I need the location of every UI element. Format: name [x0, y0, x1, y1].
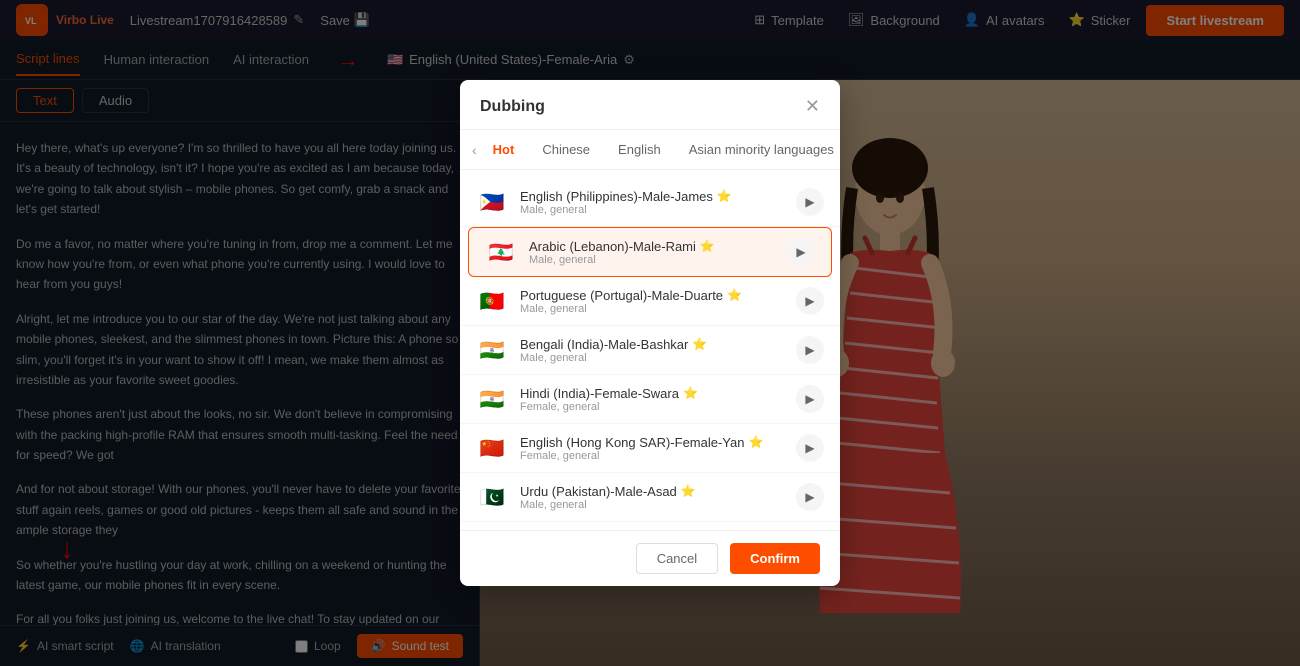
voice-flag-pakistan-asad: 🇵🇰 — [476, 486, 508, 508]
star-icon: ⭐ — [692, 337, 707, 351]
star-icon: ⭐ — [727, 288, 742, 302]
cancel-button[interactable]: Cancel — [636, 543, 718, 574]
voice-item-portugal-duarte[interactable]: 🇵🇹 Portuguese (Portugal)-Male-Duarte ⭐ M… — [460, 277, 840, 326]
voice-name-portugal-duarte: Portuguese (Portugal)-Male-Duarte ⭐ — [520, 288, 784, 303]
voice-flag-lebanon-rami: 🇱🇧 — [485, 241, 517, 263]
play-button-lebanon-rami[interactable]: ▶ — [787, 238, 815, 266]
cat-tab-english[interactable]: English — [606, 138, 673, 161]
voice-info-portugal-duarte: Portuguese (Portugal)-Male-Duarte ⭐ Male… — [520, 288, 784, 315]
voice-info-india-bashkar: Bengali (India)-Male-Bashkar ⭐ Male, gen… — [520, 337, 784, 364]
voice-info-pakistan-asad: Urdu (Pakistan)-Male-Asad ⭐ Male, genera… — [520, 484, 784, 511]
cat-tab-hot[interactable]: Hot — [481, 138, 527, 161]
confirm-button[interactable]: Confirm — [730, 543, 820, 574]
voice-item-lebanon-rami[interactable]: 🇱🇧 Arabic (Lebanon)-Male-Rami ⭐ Male, ge… — [468, 227, 832, 277]
voice-name-lebanon-rami: Arabic (Lebanon)-Male-Rami ⭐ — [529, 239, 775, 254]
prev-category-button[interactable]: ‹ — [472, 142, 477, 158]
voice-type-pakistan-asad: Male, general — [520, 499, 784, 511]
voice-name-india-bashkar: Bengali (India)-Male-Bashkar ⭐ — [520, 337, 784, 352]
voice-item-hk-yan[interactable]: 🇨🇳 English (Hong Kong SAR)-Female-Yan ⭐ … — [460, 424, 840, 473]
play-button-india-bashkar[interactable]: ▶ — [796, 336, 824, 364]
cat-tab-asian-minority[interactable]: Asian minority languages — [677, 138, 840, 161]
cat-tab-chinese[interactable]: Chinese — [530, 138, 602, 161]
star-icon: ⭐ — [700, 239, 715, 253]
voice-type-portugal-duarte: Male, general — [520, 303, 784, 315]
voice-info-lebanon-rami: Arabic (Lebanon)-Male-Rami ⭐ Male, gener… — [529, 239, 775, 266]
star-icon: ⭐ — [748, 435, 763, 449]
voice-list: 🇵🇭 English (Philippines)-Male-James ⭐ Ma… — [460, 170, 840, 530]
voice-info-india-swara: Hindi (India)-Female-Swara ⭐ Female, gen… — [520, 386, 784, 413]
voice-info-hk-yan: English (Hong Kong SAR)-Female-Yan ⭐ Fem… — [520, 435, 784, 462]
voice-info-philippines-james: English (Philippines)-Male-James ⭐ Male,… — [520, 189, 784, 216]
play-button-portugal-duarte[interactable]: ▶ — [796, 287, 824, 315]
voice-flag-india-swara: 🇮🇳 — [476, 388, 508, 410]
modal-close-button[interactable]: ✕ — [805, 96, 820, 117]
dubbing-modal: Dubbing ✕ ‹ Hot Chinese English Asian mi… — [460, 80, 840, 586]
voice-flag-portugal-duarte: 🇵🇹 — [476, 290, 508, 312]
voice-name-philippines-james: English (Philippines)-Male-James ⭐ — [520, 189, 784, 204]
star-icon: ⭐ — [681, 484, 696, 498]
modal-footer: Cancel Confirm — [460, 530, 840, 586]
voice-type-hk-yan: Female, general — [520, 450, 784, 462]
modal-overlay: Dubbing ✕ ‹ Hot Chinese English Asian mi… — [0, 0, 1300, 666]
play-button-india-swara[interactable]: ▶ — [796, 385, 824, 413]
play-button-pakistan-asad[interactable]: ▶ — [796, 483, 824, 511]
play-button-philippines-james[interactable]: ▶ — [796, 188, 824, 216]
voice-flag-india-bashkar: 🇮🇳 — [476, 339, 508, 361]
voice-name-pakistan-asad: Urdu (Pakistan)-Male-Asad ⭐ — [520, 484, 784, 499]
star-icon: ⭐ — [683, 386, 698, 400]
modal-title: Dubbing — [480, 98, 545, 116]
voice-item-india-bashkar[interactable]: 🇮🇳 Bengali (India)-Male-Bashkar ⭐ Male, … — [460, 326, 840, 375]
voice-item-india-swara[interactable]: 🇮🇳 Hindi (India)-Female-Swara ⭐ Female, … — [460, 375, 840, 424]
voice-type-philippines-james: Male, general — [520, 204, 784, 216]
voice-type-india-bashkar: Male, general — [520, 352, 784, 364]
voice-flag-philippines-james: 🇵🇭 — [476, 191, 508, 213]
voice-name-india-swara: Hindi (India)-Female-Swara ⭐ — [520, 386, 784, 401]
voice-name-hk-yan: English (Hong Kong SAR)-Female-Yan ⭐ — [520, 435, 784, 450]
voice-type-lebanon-rami: Male, general — [529, 254, 775, 266]
play-button-hk-yan[interactable]: ▶ — [796, 434, 824, 462]
modal-header: Dubbing ✕ — [460, 80, 840, 130]
voice-flag-hk-yan: 🇨🇳 — [476, 437, 508, 459]
category-tabs: ‹ Hot Chinese English Asian minority lan… — [460, 130, 840, 170]
voice-type-india-swara: Female, general — [520, 401, 784, 413]
voice-item-pakistan-asad[interactable]: 🇵🇰 Urdu (Pakistan)-Male-Asad ⭐ Male, gen… — [460, 473, 840, 522]
voice-item-philippines-james[interactable]: 🇵🇭 English (Philippines)-Male-James ⭐ Ma… — [460, 178, 840, 227]
star-icon: ⭐ — [717, 189, 732, 203]
